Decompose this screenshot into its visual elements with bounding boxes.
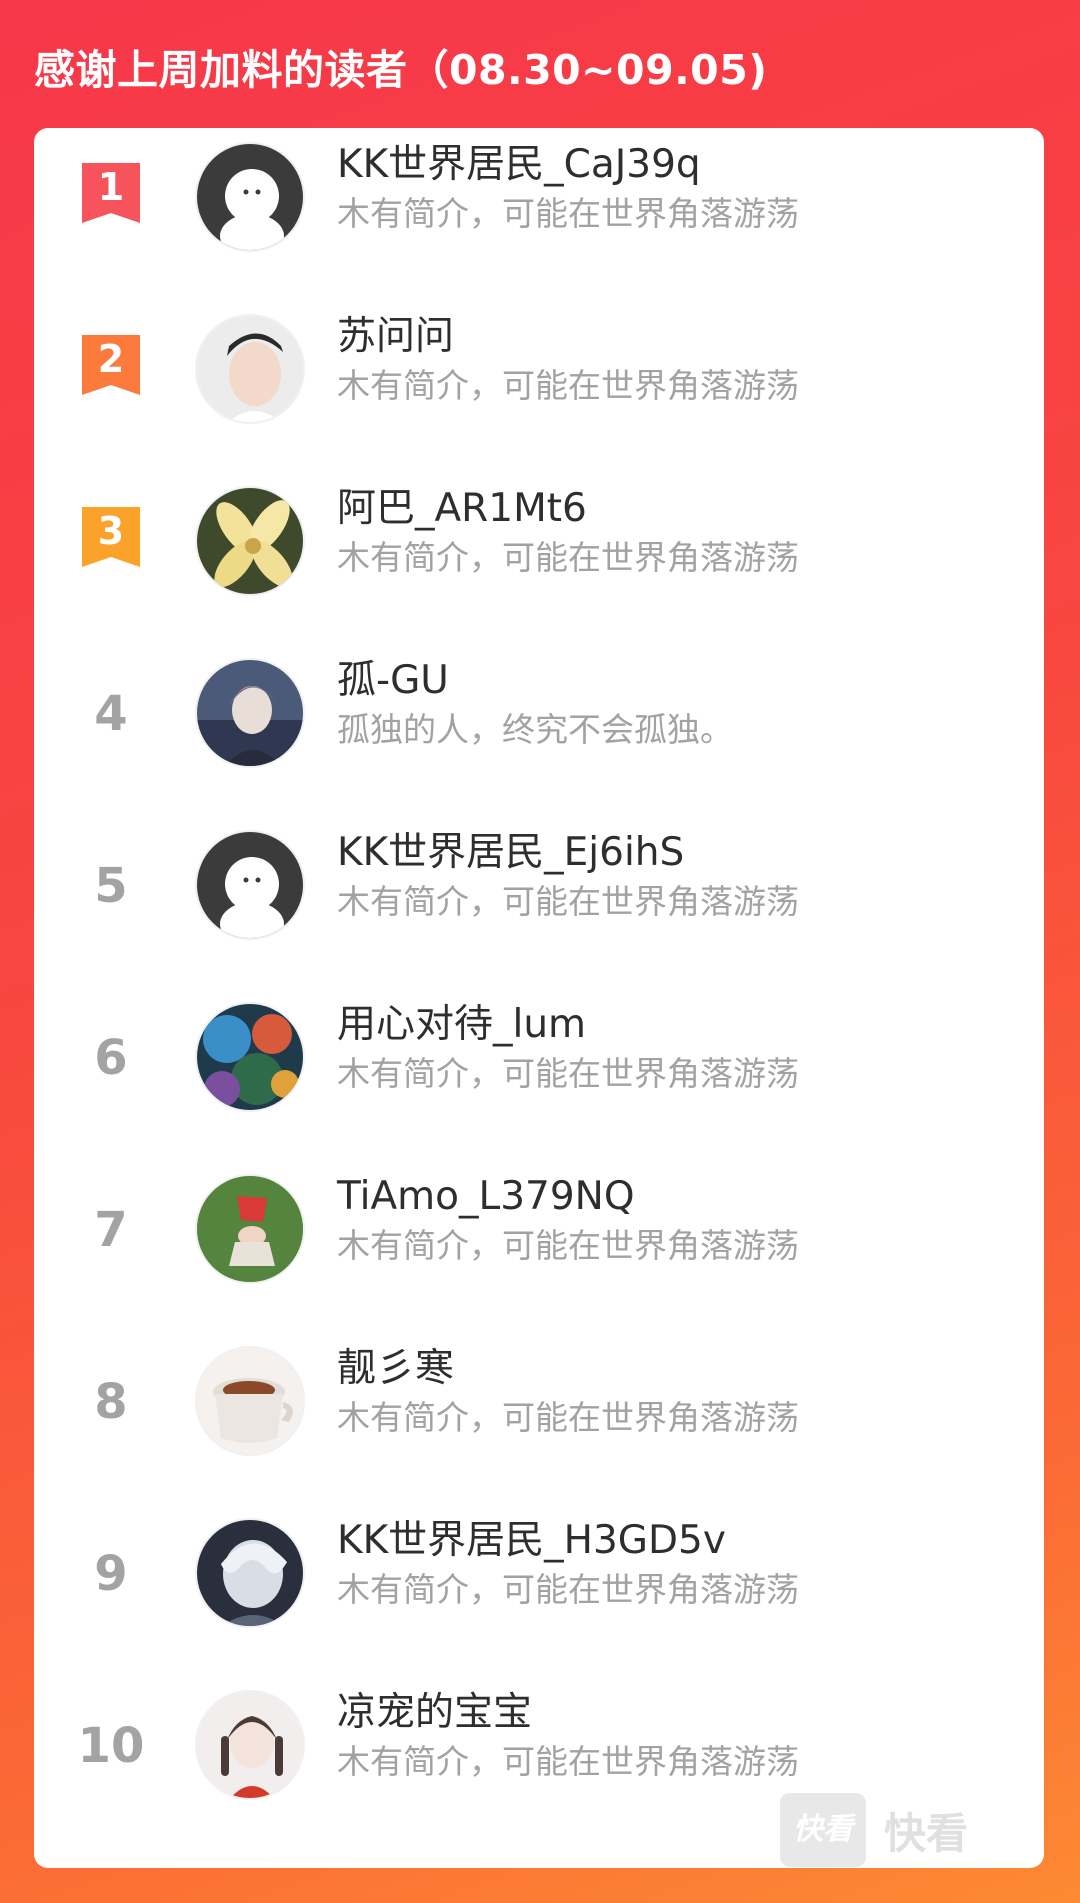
page-title: 感谢上周加料的读者（08.30~09.05)	[34, 46, 768, 94]
anime-avatar-icon	[197, 660, 303, 766]
avatar[interactable]	[195, 486, 305, 596]
coffee-avatar-icon	[197, 1348, 303, 1454]
reader-bio: 木有简介，可能在世界角落游荡	[337, 194, 799, 233]
avatar[interactable]	[195, 142, 305, 252]
reader-bio: 孤独的人，终究不会孤独。	[337, 710, 733, 749]
rank-number: 6	[94, 1030, 128, 1086]
flower-avatar-icon	[197, 488, 303, 594]
reader-list-card: 1 KK世界居民_CaJ39q 木有简介，可能在世界角落游荡 2 苏问问 木有简…	[34, 128, 1044, 1868]
reader-bio: 木有简介，可能在世界角落游荡	[337, 882, 799, 921]
list-item[interactable]: 8 靓彡寒 木有简介，可能在世界角落游荡	[34, 1338, 1044, 1498]
avatar[interactable]	[195, 314, 305, 424]
list-item[interactable]: 4 孤-GU 孤独的人，终究不会孤独。	[34, 650, 1044, 810]
list-item[interactable]: 9 KK世界居民_H3GD5v 木有简介，可能在世界角落游荡	[34, 1510, 1044, 1670]
avatar[interactable]	[195, 1174, 305, 1284]
avatar[interactable]	[195, 1690, 305, 1800]
reader-bio: 木有简介，可能在世界角落游荡	[337, 366, 799, 405]
portrait-avatar-icon	[197, 316, 303, 422]
list-item[interactable]: 1 KK世界居民_CaJ39q 木有简介，可能在世界角落游荡	[34, 134, 1044, 294]
rank-number: 8	[94, 1374, 128, 1430]
colorful-avatar-icon	[197, 1004, 303, 1110]
rank-number: 2	[97, 337, 125, 381]
reader-name: 用心对待_lum	[337, 1002, 587, 1047]
reader-name: KK世界居民_Ej6ihS	[337, 830, 685, 875]
reader-name: KK世界居民_H3GD5v	[337, 1518, 726, 1563]
rank-badge: 3	[82, 507, 140, 567]
rank-number: 3	[97, 509, 125, 553]
rank-number: 9	[94, 1546, 128, 1602]
reader-bio: 木有简介，可能在世界角落游荡	[337, 1226, 799, 1265]
reader-name: 苏问问	[337, 314, 455, 359]
default-avatar-icon	[197, 144, 303, 250]
anime-avatar-icon	[197, 1520, 303, 1626]
girl-avatar-icon	[197, 1692, 303, 1798]
list-item[interactable]: 6 用心对待_lum 木有简介，可能在世界角落游荡	[34, 994, 1044, 1154]
reader-bio: 木有简介，可能在世界角落游荡	[337, 538, 799, 577]
list-item[interactable]: 2 苏问问 木有简介，可能在世界角落游荡	[34, 306, 1044, 466]
rank-badge: 2	[82, 335, 140, 395]
rank-number: 4	[94, 686, 128, 742]
reader-name: KK世界居民_CaJ39q	[337, 142, 701, 187]
rank-badge: 1	[82, 163, 140, 223]
reader-bio: 木有简介，可能在世界角落游荡	[337, 1398, 799, 1437]
avatar[interactable]	[195, 1346, 305, 1456]
avatar[interactable]	[195, 1002, 305, 1112]
rank-number: 5	[94, 858, 128, 914]
avatar[interactable]	[195, 658, 305, 768]
avatar[interactable]	[195, 830, 305, 940]
rank-number: 7	[94, 1202, 128, 1258]
rank-number: 10	[77, 1718, 145, 1774]
watermark-text: 快看	[884, 1808, 969, 1858]
reader-name: TiAmo_L379NQ	[337, 1174, 635, 1219]
reader-name: 阿巴_AR1Mt6	[337, 486, 587, 531]
rank-number: 1	[97, 165, 125, 209]
grass-avatar-icon	[197, 1176, 303, 1282]
reader-bio: 木有简介，可能在世界角落游荡	[337, 1742, 799, 1781]
reader-bio: 木有简介，可能在世界角落游荡	[337, 1054, 799, 1093]
list-item[interactable]: 7 TiAmo_L379NQ 木有简介，可能在世界角落游荡	[34, 1166, 1044, 1326]
reader-bio: 木有简介，可能在世界角落游荡	[337, 1570, 799, 1609]
watermark: 快看 快看	[780, 1790, 968, 1870]
avatar[interactable]	[195, 1518, 305, 1628]
reader-name: 靓彡寒	[337, 1346, 455, 1391]
kuaikan-logo-icon: 快看	[780, 1793, 866, 1867]
list-item[interactable]: 3 阿巴_AR1Mt6 木有简介，可能在世界角落游荡	[34, 478, 1044, 638]
default-avatar-icon	[197, 832, 303, 938]
reader-name: 孤-GU	[337, 658, 449, 703]
list-item[interactable]: 5 KK世界居民_Ej6ihS 木有简介，可能在世界角落游荡	[34, 822, 1044, 982]
reader-name: 凉宠的宝宝	[337, 1690, 533, 1735]
